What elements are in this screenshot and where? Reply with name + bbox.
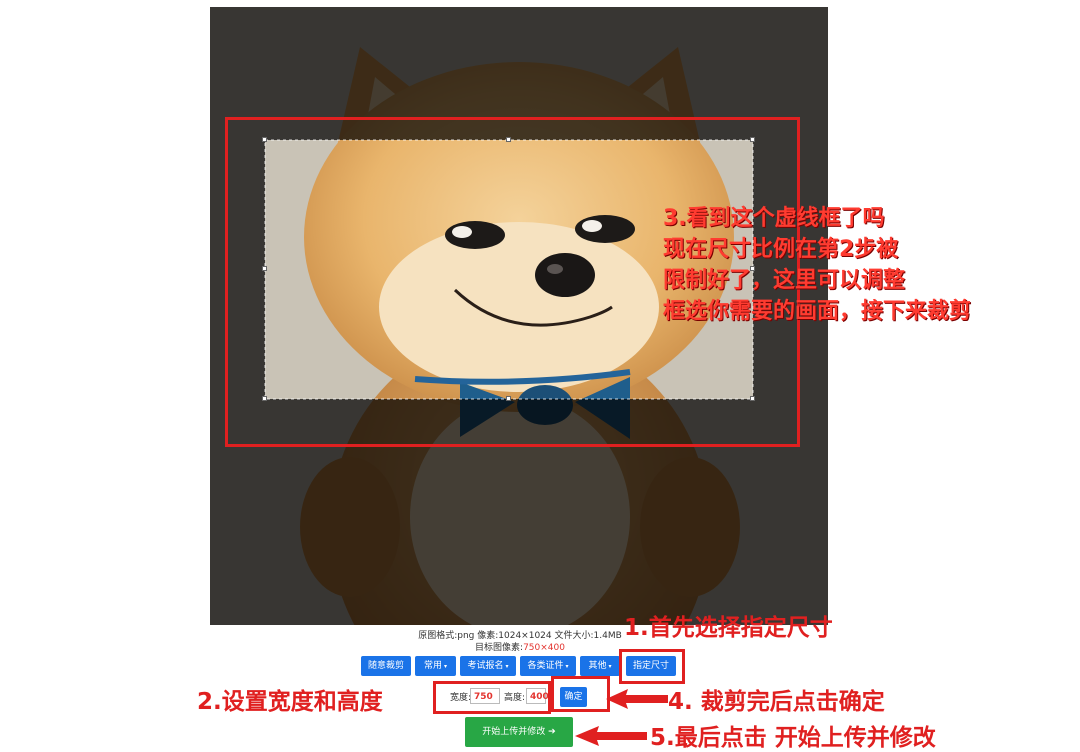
chevron-down-icon: ▾ — [608, 663, 612, 670]
start-upload-button[interactable]: 开始上传并修改 ➔ — [465, 717, 573, 747]
image-info-line2: 目标图像素:750×400 — [380, 640, 660, 653]
target-pixels-label: 目标图像素: — [475, 643, 524, 653]
annotation-step3-line3: 限制好了，这里可以调整 — [663, 268, 906, 293]
annotation-step3-line1: 3.看到这个虚线框了吗 — [663, 206, 885, 231]
common-label: 常用 — [423, 661, 442, 671]
arrow-right-icon: ➔ — [548, 727, 556, 737]
exam-dropdown-button[interactable]: 考试报名 ▾ — [460, 656, 516, 676]
annotation-box-step1 — [619, 649, 685, 684]
arrow-left-icon-step5 — [575, 726, 647, 746]
random-crop-button[interactable]: 随意裁剪 — [361, 656, 411, 676]
certificates-dropdown-button[interactable]: 各类证件 ▾ — [520, 656, 576, 676]
chevron-down-icon: ▾ — [444, 663, 448, 670]
annotation-step3: 3.看到这个虚线框了吗 现在尺寸比例在第2步被 限制好了，这里可以调整 框选你需… — [663, 203, 971, 327]
other-label: 其他 — [588, 661, 607, 671]
annotation-box-step4 — [551, 676, 610, 712]
chevron-down-icon: ▾ — [565, 663, 569, 670]
common-dropdown-button[interactable]: 常用 ▾ — [415, 656, 456, 676]
target-pixels-value: 750×400 — [523, 643, 565, 653]
start-upload-label: 开始上传并修改 — [482, 727, 546, 737]
certificates-label: 各类证件 — [527, 661, 564, 671]
annotation-step3-line4: 框选你需要的画面，接下来裁剪 — [663, 299, 972, 324]
annotation-step1: 1.首先选择指定尺寸 — [624, 615, 833, 641]
annotation-box-step2 — [433, 681, 551, 714]
exam-label: 考试报名 — [467, 661, 504, 671]
chevron-down-icon: ▾ — [505, 663, 509, 670]
arrow-left-icon-step4 — [606, 689, 668, 709]
other-dropdown-button[interactable]: 其他 ▾ — [580, 656, 620, 676]
annotation-step5: 5.最后点击 开始上传并修改 — [650, 725, 936, 751]
annotation-step3-line2: 现在尺寸比例在第2步被 — [663, 237, 899, 262]
annotation-step4: 4. 裁剪完后点击确定 — [668, 689, 885, 715]
annotation-step2: 2.设置宽度和高度 — [197, 689, 383, 715]
